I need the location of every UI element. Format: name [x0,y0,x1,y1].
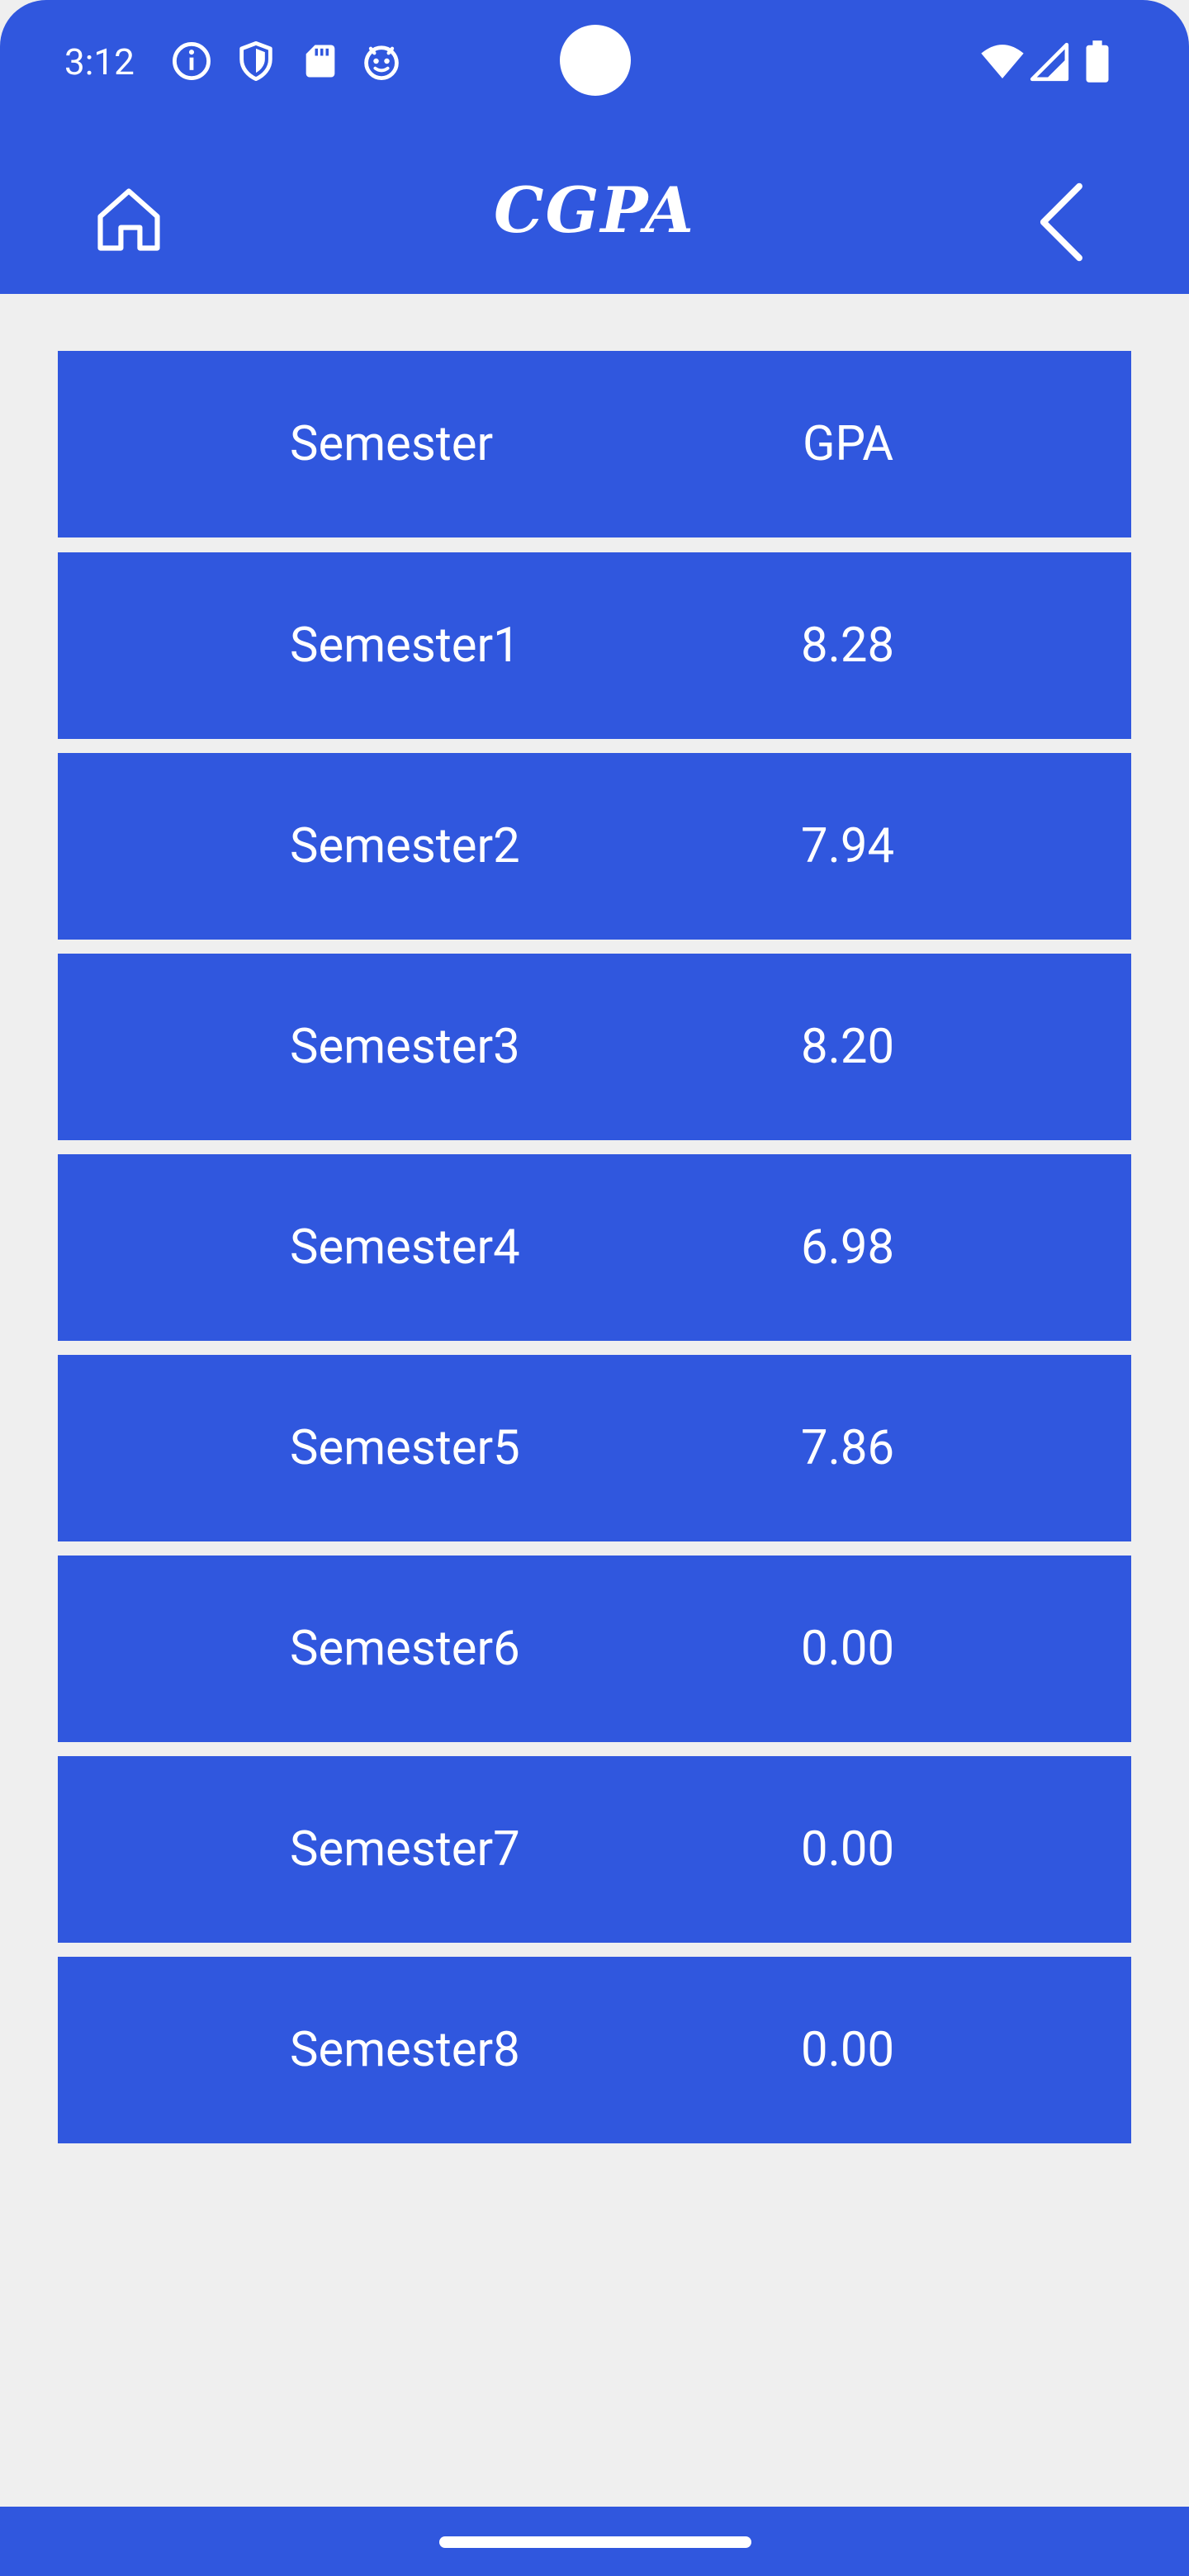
semester-name: Semester8 [290,2022,520,2078]
table-row[interactable]: Semester1 8.28 [58,552,1131,739]
wifi-icon [981,45,1024,78]
semester-name: Semester4 [290,1219,520,1276]
header-gpa: GPA [803,416,894,472]
semester-gpa: 7.94 [801,818,895,874]
battery-icon [1086,40,1109,83]
status-time: 3:12 [64,40,135,83]
table-header-row: Semester GPA [58,351,1131,537]
sd-card-icon [306,45,335,78]
semester-name: Semester1 [290,618,520,674]
semester-gpa: 8.28 [801,618,895,674]
home-gesture-handle[interactable] [439,2536,751,2548]
semester-gpa: 0.00 [801,1821,895,1878]
table-row[interactable]: Semester6 0.00 [58,1556,1131,1742]
header-semester: Semester [290,416,494,472]
table-row[interactable]: Semester7 0.00 [58,1756,1131,1943]
semester-name: Semester5 [290,1420,520,1476]
semester-name: Semester7 [290,1821,520,1878]
semester-gpa: 6.98 [801,1219,895,1276]
info-icon [173,42,211,80]
semester-gpa: 0.00 [801,1621,895,1677]
table-row[interactable]: Semester2 7.94 [58,753,1131,940]
front-camera [560,25,631,96]
page-title: CGPA [494,173,695,247]
semester-gpa: 8.20 [801,1019,895,1075]
semester-name: Semester3 [290,1019,520,1075]
table-row[interactable]: Semester8 0.00 [58,1957,1131,2143]
semester-gpa: 7.86 [801,1420,895,1476]
semester-name: Semester2 [290,818,520,874]
table-row[interactable]: Semester5 7.86 [58,1355,1131,1541]
cell-signal-icon [1030,42,1069,82]
android-face-icon [364,45,399,80]
semester-name: Semester6 [290,1621,520,1677]
app-header: 3:12 CGPA [0,0,1189,294]
back-chevron-icon[interactable] [1030,178,1088,266]
home-icon[interactable] [91,182,167,258]
table-row[interactable]: Semester4 6.98 [58,1154,1131,1341]
table-row[interactable]: Semester3 8.20 [58,954,1131,1140]
semester-gpa: 0.00 [801,2022,895,2078]
shield-icon [239,40,272,82]
